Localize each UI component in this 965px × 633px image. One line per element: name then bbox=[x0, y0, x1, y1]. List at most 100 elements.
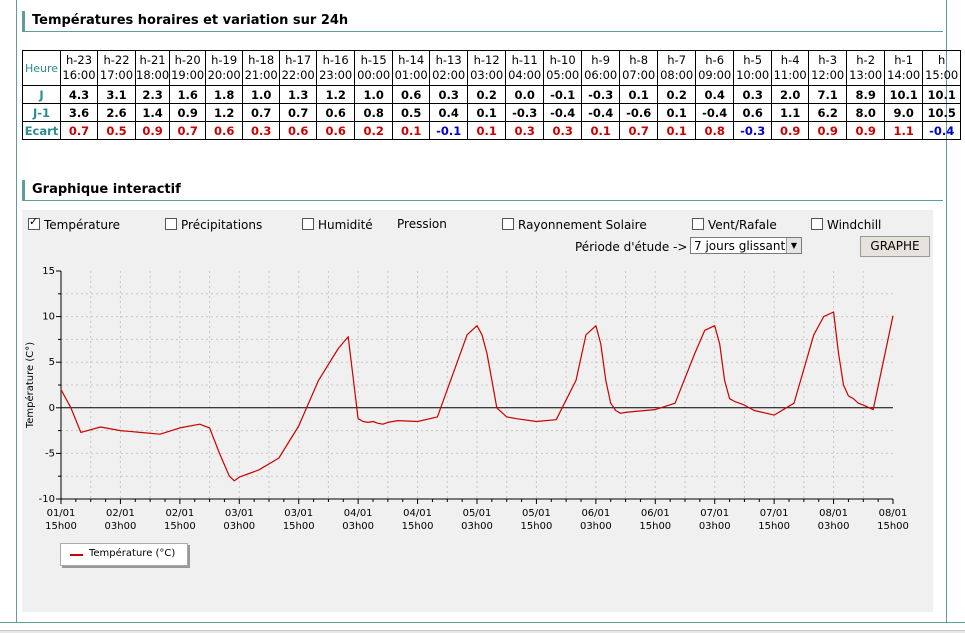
y-tick-label: 15 bbox=[42, 266, 55, 277]
x-tick-label-date: 03/01 bbox=[284, 508, 313, 519]
x-tick-label-date: 02/01 bbox=[106, 508, 135, 519]
hour-offset-label: h-23 bbox=[65, 53, 93, 67]
row-label-difference: Ecart bbox=[22, 121, 61, 140]
row-label-hour: Heure bbox=[22, 50, 61, 86]
hour-time-label: 21:00 bbox=[244, 68, 278, 82]
yesterday-value-cell: 0.8 bbox=[354, 103, 394, 122]
hour-offset-label: h-18 bbox=[248, 53, 275, 67]
graph-button[interactable]: GRAPHE bbox=[860, 236, 930, 257]
hour-offset-label: h-4 bbox=[780, 53, 800, 67]
option-humidite-label: Humidité bbox=[318, 218, 373, 232]
row-label-yesterday: J-1 bbox=[22, 103, 61, 122]
today-value-cell: 10.1 bbox=[884, 85, 924, 104]
today-value-cell: -0.1 bbox=[543, 85, 583, 104]
hour-header-cell: h-17 22:00 bbox=[279, 50, 318, 86]
option-pression[interactable]: Pression bbox=[397, 217, 447, 231]
x-tick-label-date: 07/01 bbox=[700, 508, 729, 519]
yesterday-value-cell: -0.4 bbox=[581, 103, 621, 122]
yesterday-value-cell: 6.2 bbox=[808, 103, 848, 122]
x-tick-label-time: 03h00 bbox=[461, 521, 493, 532]
hour-header-cell: h-7 08:00 bbox=[657, 50, 697, 86]
humidite-checkbox[interactable] bbox=[302, 218, 314, 230]
hour-header-cell: h-20 19:00 bbox=[169, 50, 207, 86]
option-windchill[interactable]: Windchill bbox=[811, 218, 881, 232]
period-label: Période d'étude -> bbox=[575, 240, 688, 254]
x-tick-label-time: 03h00 bbox=[223, 521, 255, 532]
yesterday-value-cell: -0.3 bbox=[505, 103, 545, 122]
x-tick-label-time: 03h00 bbox=[105, 521, 137, 532]
option-vent[interactable]: Vent/Rafale bbox=[692, 218, 777, 232]
today-value-cell: 1.0 bbox=[242, 85, 281, 104]
difference-value-cell: -0.4 bbox=[922, 121, 962, 140]
today-value-cell: 0.4 bbox=[695, 85, 735, 104]
temperature-checkbox[interactable] bbox=[28, 215, 40, 230]
hour-time-label: 12:00 bbox=[811, 68, 845, 82]
hour-header-cell: h-2 13:00 bbox=[846, 50, 886, 86]
hour-offset-label: h-5 bbox=[743, 53, 763, 67]
windchill-checkbox[interactable] bbox=[811, 218, 823, 230]
hour-header-cell: h-23 16:00 bbox=[60, 50, 98, 86]
difference-value-cell: 0.9 bbox=[134, 121, 171, 140]
hour-time-label: 10:00 bbox=[736, 68, 770, 82]
table-row-difference: Ecart 0.7 0.5 0.9 0.7 0.6 0.3 0.6 0.6 0.2 0.1 -0.1… bbox=[22, 121, 962, 140]
hour-header-cell: h-11 04:00 bbox=[505, 50, 545, 86]
yesterday-value-cell: 0.6 bbox=[733, 103, 773, 122]
x-tick-label-date: 05/01 bbox=[463, 508, 492, 519]
today-value-cell: 2.0 bbox=[771, 85, 810, 104]
option-precipitations[interactable]: Précipitations bbox=[165, 218, 262, 232]
difference-value-cell: 0.9 bbox=[808, 121, 848, 140]
x-tick-label-date: 06/01 bbox=[641, 508, 670, 519]
yesterday-value-cell: 0.4 bbox=[429, 103, 469, 122]
table-row-yesterday: J-1 3.6 2.6 1.4 0.9 1.2 0.7 0.7 0.6 0.8 0.5 0.4 0.1… bbox=[22, 103, 962, 122]
today-value-cell: 2.3 bbox=[134, 85, 171, 104]
precipitations-checkbox[interactable] bbox=[165, 218, 177, 230]
yesterday-value-cell: 1.2 bbox=[205, 103, 244, 122]
period-select[interactable]: 7 jours glissant ▼ bbox=[690, 237, 802, 254]
today-value-cell: 1.3 bbox=[279, 85, 318, 104]
option-temperature[interactable]: Température bbox=[28, 215, 120, 232]
difference-value-cell: 0.2 bbox=[354, 121, 394, 140]
hour-time-label: 03:00 bbox=[470, 68, 504, 82]
vent-checkbox[interactable] bbox=[692, 218, 704, 230]
today-value-cell: 0.3 bbox=[733, 85, 773, 104]
y-tick-label: -5 bbox=[45, 448, 55, 459]
hour-time-label: 13:00 bbox=[849, 68, 883, 82]
hour-offset-label: h-9 bbox=[591, 53, 611, 67]
legend-label: Température (°C) bbox=[89, 548, 176, 559]
difference-value-cell: 0.9 bbox=[771, 121, 810, 140]
difference-value-cell: 0.7 bbox=[169, 121, 207, 140]
difference-value-cell: 0.6 bbox=[205, 121, 244, 140]
today-value-cell: 0.0 bbox=[505, 85, 545, 104]
yesterday-value-cell: 0.1 bbox=[657, 103, 697, 122]
hour-offset-label: h-12 bbox=[473, 53, 500, 67]
x-tick-label-time: 15h00 bbox=[521, 521, 553, 532]
today-value-cell: 0.1 bbox=[619, 85, 659, 104]
today-value-cell: 3.1 bbox=[97, 85, 136, 104]
hour-time-label: 08:00 bbox=[660, 68, 694, 82]
x-tick-label-date: 03/01 bbox=[225, 508, 254, 519]
x-tick-label-time: 03h00 bbox=[342, 521, 374, 532]
hour-time-label: 04:00 bbox=[508, 68, 542, 82]
y-tick-label: 10 bbox=[42, 312, 55, 323]
rayonnement-checkbox[interactable] bbox=[502, 218, 514, 230]
difference-value-cell: 0.1 bbox=[392, 121, 431, 140]
yesterday-value-cell: 1.4 bbox=[134, 103, 171, 122]
yesterday-value-cell: 9.0 bbox=[884, 103, 924, 122]
hour-header-cell: h-4 11:00 bbox=[771, 50, 810, 86]
hour-header-cell: h-22 17:00 bbox=[97, 50, 136, 86]
dropdown-arrow-icon[interactable]: ▼ bbox=[786, 238, 801, 253]
difference-value-cell: 0.8 bbox=[695, 121, 735, 140]
option-rayonnement[interactable]: Rayonnement Solaire bbox=[502, 218, 647, 232]
today-value-cell: 0.6 bbox=[392, 85, 431, 104]
today-value-cell: 8.9 bbox=[846, 85, 886, 104]
option-humidite[interactable]: Humidité bbox=[302, 218, 373, 232]
x-tick-label-time: 15h00 bbox=[283, 521, 315, 532]
x-tick-label-time: 15h00 bbox=[45, 521, 77, 532]
section-header-hourly: Températures horaires et variation sur 2… bbox=[22, 11, 943, 32]
yesterday-value-cell: -0.4 bbox=[543, 103, 583, 122]
hour-time-label: 02:00 bbox=[432, 68, 466, 82]
hour-time-label: 23:00 bbox=[319, 68, 353, 82]
hour-header-cell: h-15 00:00 bbox=[354, 50, 394, 86]
hour-header-cell: h-14 01:00 bbox=[392, 50, 431, 86]
difference-value-cell: 0.6 bbox=[316, 121, 356, 140]
